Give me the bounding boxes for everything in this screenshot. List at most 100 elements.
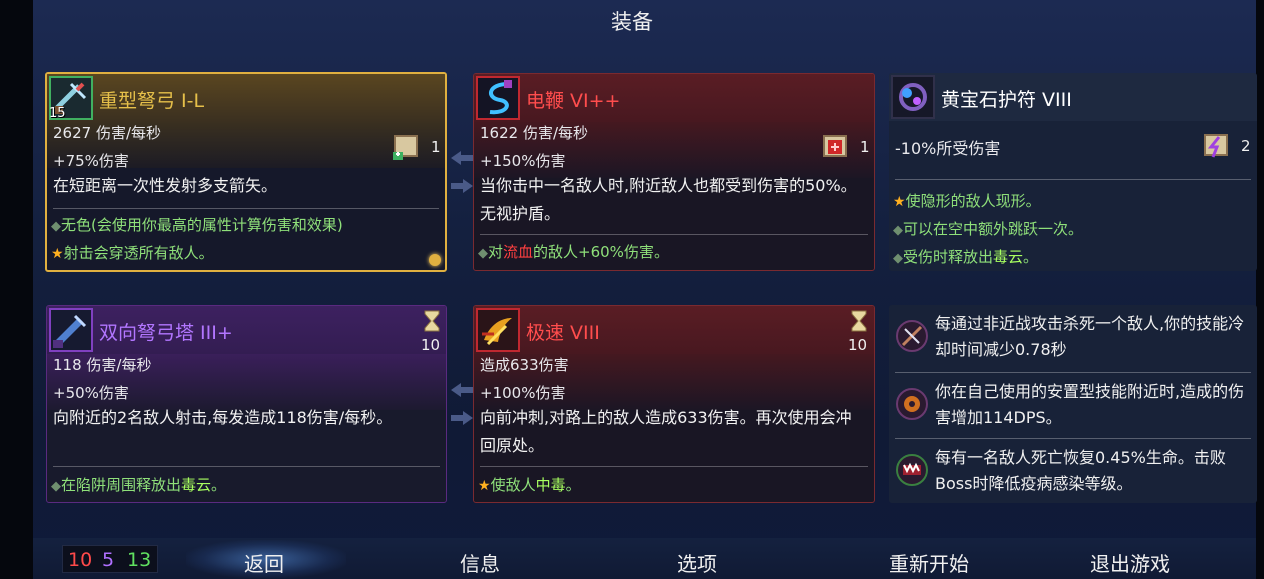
skill-damage: 118 伤害/每秒 xyxy=(53,356,152,374)
scroll-icon xyxy=(391,130,423,162)
divider xyxy=(480,234,868,235)
nav-back-button[interactable]: 返回 xyxy=(204,548,324,577)
star-icon: ★ xyxy=(893,194,906,210)
amulet-trait: ◆可以在空中额外跳跃一次。 xyxy=(893,218,1083,239)
divider xyxy=(895,179,1251,180)
survival-stat: 13 xyxy=(127,549,152,571)
weapon-bonus: +150%伤害 xyxy=(480,152,566,170)
weapon-description: 在短距离一次性发射多支箭矢。 xyxy=(53,176,278,195)
skill-trait: ★使敌人中毒。 xyxy=(478,474,581,495)
amulet-card-topaz[interactable]: 黄宝石护符 VIII -10%所受伤害 2 ★使隐形的敌人现形。 ◆可以在空中额… xyxy=(889,73,1257,271)
mutation-text: 每通过非近战攻击杀死一个敌人,你的技能冷却时间减少0.78秒 xyxy=(935,314,1245,359)
trait-text: 对 xyxy=(488,243,504,261)
weapon-trait: ◆无色(会使用你最高的属性计算伤害和效果) xyxy=(51,214,343,235)
nav-quit-button[interactable]: 退出游戏 xyxy=(1070,548,1190,577)
trait-text: 的敌人+60%伤害。 xyxy=(533,243,669,261)
amulet-trait: ★使隐形的敌人现形。 xyxy=(893,190,1041,211)
hourglass-icon xyxy=(423,310,441,332)
weapon-description: 当你击中一名敌人时,附近敌人也都受到伤害的50%。无视护盾。 xyxy=(480,176,857,223)
left-border xyxy=(0,0,33,579)
mutation-row[interactable]: 每有一名敌人死亡恢复0.45%生命。击败Boss时降低疫病感染等级。 xyxy=(889,439,1257,503)
skill-card-speed[interactable]: 极速 VIII 10 造成633伤害 +100%伤害 向前冲刺,对路上的敌人造成… xyxy=(473,305,875,503)
trait-text: 射击会穿透所有敌人。 xyxy=(63,244,214,262)
weapon-name: 重型弩弓 I-L xyxy=(99,90,205,112)
nav-restart-button[interactable]: 重新开始 xyxy=(854,548,1004,577)
mutations-panel: 每通过非近战攻击杀死一个敌人,你的技能冷却时间减少0.78秒 你在自己使用的安置… xyxy=(889,305,1257,503)
skill-bonus: +100%伤害 xyxy=(480,384,566,402)
skill-trait: ◆在陷阱周围释放出毒云。 xyxy=(51,474,226,495)
page-title: 装备 xyxy=(611,10,653,34)
swap-left-arrow-icon[interactable] xyxy=(449,149,475,167)
trait-bullet: ◆ xyxy=(478,246,488,261)
weapon-dps: 1622 伤害/每秒 xyxy=(480,124,588,142)
trait-text: 在陷阱周围释放出 xyxy=(61,476,182,494)
mutation-text: 你在自己使用的安置型技能附近时,造成的伤害增加114DPS。 xyxy=(935,382,1245,427)
scroll-count: 1 xyxy=(431,138,441,156)
weapon-card-electric-whip[interactable]: 电鞭 VI++ 1622 伤害/每秒 +150%伤害 1 当你击中一名敌人时,附… xyxy=(473,73,875,271)
trait-text: 。 xyxy=(1023,248,1039,266)
trait-highlight: 流血 xyxy=(503,243,534,261)
turret-icon xyxy=(49,308,93,352)
swap-right-arrow-icon[interactable] xyxy=(449,177,475,195)
trait-text: 。 xyxy=(565,476,581,494)
right-border xyxy=(1256,0,1264,579)
trait-bullet: ◆ xyxy=(51,219,61,234)
weapon-name: 电鞭 VI++ xyxy=(526,90,621,112)
whip-icon xyxy=(476,76,520,120)
trait-text: 受伤时释放出 xyxy=(903,248,994,266)
swap-right-arrow-icon[interactable] xyxy=(449,409,475,427)
scroll-count: 1 xyxy=(860,138,870,156)
trait-text: 使隐形的敌人现形。 xyxy=(905,192,1041,210)
brutality-stat: 10 xyxy=(68,549,93,571)
skill-bonus: +50%伤害 xyxy=(53,384,129,402)
amulet-icon xyxy=(891,75,935,119)
fang-icon xyxy=(895,453,929,487)
skill-description: 向附近的2名敌人射击,每发造成118伤害/每秒。 xyxy=(53,408,393,427)
swap-left-arrow-icon[interactable] xyxy=(449,381,475,399)
weapon-bonus: +75%伤害 xyxy=(53,152,129,170)
mutation-row[interactable]: 你在自己使用的安置型技能附近时,造成的伤害增加114DPS。 xyxy=(889,373,1257,437)
corner-gem-icon xyxy=(429,254,441,266)
divider xyxy=(53,466,440,467)
skill-damage: 造成633伤害 xyxy=(480,356,569,374)
mutation-text: 每有一名敌人死亡恢复0.45%生命。击败Boss时降低疫病感染等级。 xyxy=(935,448,1226,493)
game-screen: 装备 15 重型弩弓 I-L 2627 伤害/每秒 +75%伤害 1 在短距离一… xyxy=(0,0,1264,579)
scroll-icon xyxy=(1201,129,1233,161)
tactics-stat: 5 xyxy=(102,549,115,571)
weapon-dps: 2627 伤害/每秒 xyxy=(53,124,161,142)
star-icon: ★ xyxy=(51,246,64,262)
trait-highlight: 毒云 xyxy=(181,476,212,494)
scroll-count: 2 xyxy=(1241,137,1251,155)
trait-text: 。 xyxy=(211,476,227,494)
amulet-stat: -10%所受伤害 xyxy=(895,139,1001,158)
trait-bullet: ◆ xyxy=(51,479,61,494)
trap-icon xyxy=(895,387,929,421)
cooldown-value: 10 xyxy=(421,336,441,354)
hourglass-icon xyxy=(850,310,868,332)
cooldown-value: 10 xyxy=(848,336,868,354)
skill-description: 向前冲刺,对路上的敌人造成633伤害。再次使用会冲回原处。 xyxy=(480,408,852,455)
nav-info-button[interactable]: 信息 xyxy=(420,548,540,577)
weapon-trait: ◆对流血的敌人+60%伤害。 xyxy=(478,241,669,262)
amulet-name: 黄宝石护符 VIII xyxy=(941,89,1072,111)
skill-name: 极速 VIII xyxy=(526,322,600,344)
weapon-level: 15 xyxy=(49,106,66,121)
cooldown-icon xyxy=(895,319,929,353)
mutation-row[interactable]: 每通过非近战攻击杀死一个敌人,你的技能冷却时间减少0.78秒 xyxy=(889,305,1257,371)
star-icon: ★ xyxy=(478,478,491,494)
scroll-icon xyxy=(820,130,852,162)
skill-name: 双向弩弓塔 III+ xyxy=(99,322,233,344)
nav-options-button[interactable]: 选项 xyxy=(637,548,757,577)
trait-text: 可以在空中额外跳跃一次。 xyxy=(903,220,1084,238)
trait-highlight: 中毒 xyxy=(535,476,566,494)
trait-text: 使敌人 xyxy=(490,476,536,494)
trait-bullet: ◆ xyxy=(893,251,903,266)
trait-highlight: 毒云 xyxy=(993,248,1024,266)
trait-bullet: ◆ xyxy=(893,223,903,238)
skill-card-crossbow-turret[interactable]: 双向弩弓塔 III+ 10 118 伤害/每秒 +50%伤害 向附近的2名敌人射… xyxy=(46,305,447,503)
divider xyxy=(53,208,439,209)
amulet-trait: ◆受伤时释放出毒云。 xyxy=(893,246,1038,267)
divider xyxy=(480,466,868,467)
weapon-trait: ★射击会穿透所有敌人。 xyxy=(51,242,214,263)
weapon-card-heavy-crossbow[interactable]: 15 重型弩弓 I-L 2627 伤害/每秒 +75%伤害 1 在短距离一次性发… xyxy=(45,72,447,272)
